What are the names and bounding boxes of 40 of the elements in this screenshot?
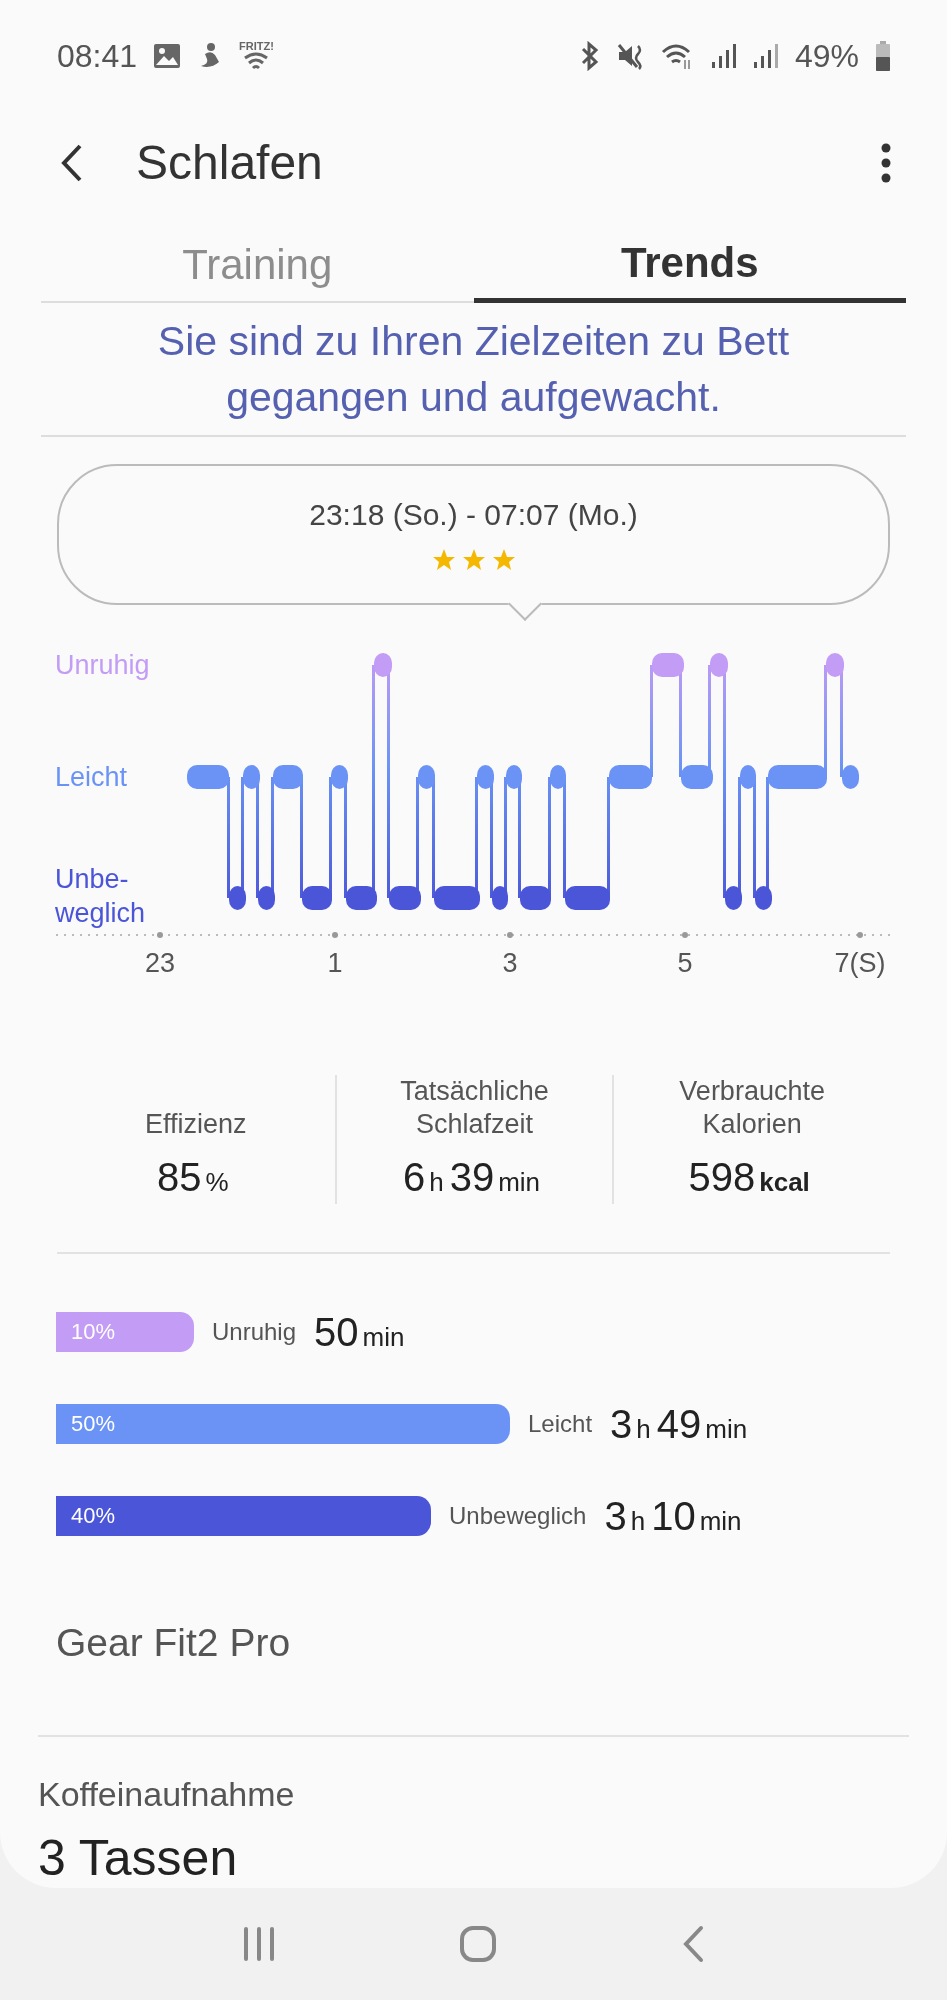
time-range: 23:18 (So.) - 07:07 (Mo.) — [309, 497, 638, 532]
star-icon — [491, 547, 516, 572]
level-label: Leicht — [55, 761, 128, 794]
stage-duration: 50 min — [314, 1309, 406, 1355]
stage-bar: 10% — [56, 1312, 194, 1352]
axis-label: 23 — [145, 948, 175, 979]
caffeine-label: Koffeinaufnahme — [38, 1775, 296, 1814]
stage-label: Leicht — [528, 1410, 593, 1438]
battery-icon — [875, 41, 891, 72]
stat-value: 6 h 39 min — [402, 1155, 542, 1200]
page-title: Schlafen — [136, 135, 324, 191]
signal-icon — [752, 42, 779, 71]
stage-duration: 3 h 49 min — [610, 1401, 749, 1447]
axis-label: 5 — [677, 948, 693, 979]
level-label: Unruhig — [55, 649, 150, 682]
level-label: Unbe- weglich — [55, 863, 146, 930]
stat-value: 598 kcal — [688, 1155, 811, 1200]
stage-bar: 50% — [56, 1404, 510, 1444]
star-icon — [461, 547, 486, 572]
stage-duration: 3 h 10 min — [604, 1493, 743, 1539]
star-icon — [431, 547, 456, 572]
device-name: Gear Fit2 Pro — [56, 1621, 292, 1665]
stat-label: Effizienz — [145, 1108, 247, 1141]
stage-label: Unruhig — [212, 1318, 297, 1346]
stat-label: Verbrauchte Kalorien — [679, 1075, 825, 1141]
battery-percent: 49% — [794, 37, 859, 75]
stat-value: 85% — [157, 1155, 230, 1200]
clock: 08:41 — [57, 37, 138, 75]
stage-label: Unbeweglich — [449, 1502, 587, 1530]
axis-label: 7(S) — [834, 948, 886, 979]
axis-label: 3 — [502, 948, 518, 979]
signal-icon — [710, 42, 737, 71]
axis-label: 1 — [327, 948, 343, 979]
image-icon — [153, 43, 182, 70]
caffeine-value: 3 Tassen — [38, 1829, 239, 1888]
stage-bar: 40% — [56, 1496, 431, 1536]
network-label: FRITZ! — [239, 40, 274, 53]
goal-message: Sie sind zu Ihren Zielzeiten zu Bett gegangen und aufgewacht. — [41, 303, 906, 438]
stat-label: Tatsächliche Schlafzeit — [400, 1075, 549, 1141]
tab[interactable]: Trends — [473, 213, 906, 304]
